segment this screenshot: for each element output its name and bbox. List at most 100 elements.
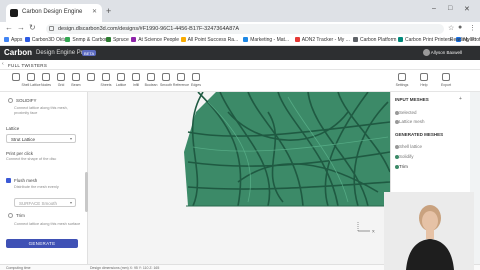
trim-hint: Connect lattice along this mesh surface [14, 222, 81, 226]
file-name: FULL TWISTERS [8, 63, 48, 68]
bookmark-item[interactable]: All Point Success Ra... [180, 37, 238, 43]
minimize-icon[interactable]: – [432, 5, 436, 12]
bookmark-favicon-icon [180, 37, 186, 42]
trim-label: Trim [16, 213, 25, 218]
reload-icon[interactable]: ↻ [29, 23, 36, 32]
bookmark-favicon-icon [106, 37, 111, 42]
surface-select[interactable]: SURFACE Smooth ▾ [14, 198, 76, 207]
bookmark-favicon-icon [131, 37, 137, 42]
flush-checkbox[interactable] [6, 178, 11, 183]
status-left: Computing time [6, 266, 31, 270]
add-icon[interactable]: + [459, 96, 462, 102]
beta-badge: BETA [82, 50, 97, 56]
bookmark-favicon-icon [24, 37, 30, 42]
generated-mesh-item[interactable]: Solidify [399, 154, 414, 159]
bookmark-item[interactable]: ADN2 Tracker - My ... [294, 37, 350, 43]
tool-label: Export [440, 83, 452, 87]
bookmark-favicon-icon [4, 37, 9, 42]
tool-icon [442, 73, 450, 81]
right-toolbar: Settings Help Export [390, 70, 470, 92]
tool-icon [162, 73, 170, 81]
forward-icon[interactable]: → [17, 23, 25, 32]
tool-icon [102, 73, 110, 81]
bookmark-item[interactable]: Marketing - Mat... [243, 37, 289, 43]
bookmark-favicon-icon [65, 37, 71, 42]
generated-mesh-item[interactable]: Shell lattice [399, 144, 422, 149]
tool-button[interactable]: Edges [186, 73, 206, 87]
address-bar[interactable]: design.dlscarbon3d.com/designs/#F1990-96… [46, 24, 444, 34]
back-arrow-icon[interactable]: ‹ [2, 61, 4, 67]
bookmark-item[interactable]: Apps [4, 37, 22, 43]
bookmark-favicon-icon [353, 37, 358, 42]
generated-mesh-item[interactable]: Trim [399, 164, 408, 169]
flush-hint: Distribute the mesh evenly [14, 185, 59, 189]
url-text: design.dlscarbon3d.com/designs/#F1990-96… [58, 26, 240, 32]
print-label: Print per click [6, 151, 34, 156]
bookmark-favicon-icon [243, 37, 249, 42]
bookmark-favicon-icon [294, 37, 300, 42]
tool-icon [420, 73, 428, 81]
input-mesh-item[interactable]: Selected [399, 110, 417, 115]
tool-label: Edges [191, 83, 201, 87]
menu-icon[interactable]: ⋮ [469, 24, 476, 32]
print-hint: Connect the shape of the disc [6, 157, 57, 161]
carbon-favicon-icon [10, 9, 18, 17]
browser-tabstrip: Carbon Design Engine ✕ + – □ ✕ [0, 0, 480, 22]
bookmark-item[interactable]: At Science People [131, 37, 179, 43]
input-mesh-item[interactable]: Lattice mesh [399, 119, 425, 124]
right-tool-button[interactable]: Settings [392, 73, 412, 87]
app-header: Carbon Design Engine Pro BETA Allyson Ba… [0, 46, 480, 60]
lock-icon [49, 26, 54, 31]
flush-label: Flush mesh [14, 178, 38, 183]
tool-icon [72, 73, 80, 81]
bookmarks-bar: Apps Carbon3D Okta Snmp & Carbon Spruce At S… [0, 36, 480, 46]
chevron-down-icon: ▾ [69, 200, 72, 205]
tool-icon [57, 73, 65, 81]
back-icon[interactable]: ← [5, 23, 13, 32]
tool-label: Beam [71, 83, 81, 87]
tab-title: Carbon Design Engine [22, 9, 83, 15]
profile-icon[interactable]: ● [458, 24, 462, 31]
bookmark-item[interactable]: Carbon Print Printers [398, 37, 452, 43]
star-icon[interactable]: ☆ [448, 24, 454, 32]
maximize-icon[interactable]: □ [448, 5, 452, 12]
section-solidify: SOLIDIFY [16, 98, 37, 103]
screen: Carbon Design Engine ✕ + – □ ✕ ← → ↻ des… [0, 0, 480, 270]
viewport-3d[interactable]: X [88, 92, 390, 264]
bookmark-favicon-icon [398, 37, 403, 42]
generate-button[interactable]: GENERATE [6, 239, 78, 248]
right-tool-button[interactable]: Help [414, 73, 434, 87]
svg-text:X: X [372, 229, 375, 234]
presenter-video [384, 192, 474, 270]
input-meshes-title: INPUT MESHES [395, 97, 429, 102]
browser-tab[interactable]: Carbon Design Engine ✕ [6, 4, 102, 22]
tool-icon [177, 73, 185, 81]
chevron-down-icon: ▾ [69, 136, 72, 141]
tool-icon [87, 73, 95, 81]
tool-icon [27, 73, 35, 81]
new-tab-icon[interactable]: + [106, 6, 111, 16]
generated-meshes-title: GENERATED MESHES [395, 132, 444, 137]
tool-label: Settings [395, 83, 409, 87]
close-tab-icon[interactable]: ✕ [92, 8, 97, 15]
reading-list[interactable]: Reading list [450, 37, 476, 43]
user-name[interactable]: Allyson Baxwell [431, 50, 462, 55]
lattice-select[interactable]: Strut Lattice ▾ [6, 134, 76, 143]
tool-icon [192, 73, 200, 81]
close-window-icon[interactable]: ✕ [464, 5, 470, 13]
bookmark-item[interactable]: Carbon Platform [353, 37, 396, 43]
tool-icon [117, 73, 125, 81]
carbon-logo: Carbon [4, 48, 32, 57]
lattice-label: Lattice [6, 126, 20, 131]
solidify-radio[interactable] [8, 98, 13, 103]
bookmark-item[interactable]: Carbon3D Okta [24, 37, 67, 43]
bookmark-item[interactable]: Snmp & Carbon [65, 37, 108, 43]
tool-icon [42, 73, 50, 81]
tool-icon [132, 73, 140, 81]
tool-icon [398, 73, 406, 81]
solidify-hint: Connect lattice along this mesh, proximi… [14, 106, 68, 115]
user-avatar[interactable] [423, 49, 430, 56]
trim-radio[interactable] [8, 213, 13, 218]
bookmark-item[interactable]: Spruce [106, 37, 129, 43]
right-tool-button[interactable]: Export [436, 73, 456, 87]
